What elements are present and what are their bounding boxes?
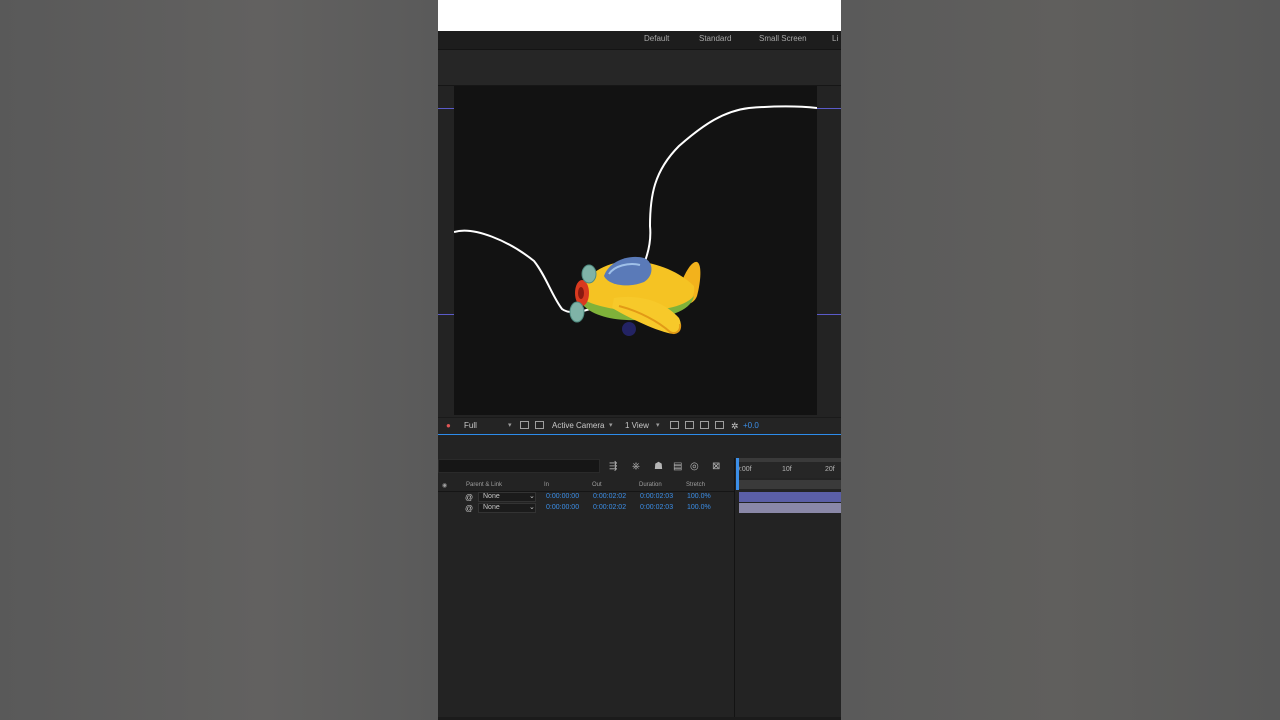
- view-layout-select[interactable]: 1 View: [625, 421, 649, 430]
- out-time[interactable]: 0:00:02:02: [593, 504, 626, 511]
- guide-line: [438, 314, 454, 315]
- parent-value: None: [483, 493, 500, 500]
- workspace-small-screen[interactable]: Small Screen: [759, 34, 807, 43]
- draft-3d-icon[interactable]: ⎈: [632, 461, 640, 472]
- current-time-indicator[interactable]: [736, 458, 739, 490]
- ruler-label: 10f: [782, 466, 792, 473]
- visibility-header-icon: ◉: [442, 483, 448, 489]
- chevron-down-icon[interactable]: ▾: [609, 421, 613, 429]
- timeline-toggle-icon[interactable]: [700, 421, 709, 429]
- after-effects-window: Default Standard Small Screen Li ● Full …: [438, 0, 841, 720]
- layer-bar[interactable]: [739, 492, 841, 502]
- graph-editor-icon[interactable]: ⊠: [712, 461, 720, 472]
- timeline-divider[interactable]: [734, 458, 735, 720]
- pick-whip-icon[interactable]: @: [465, 493, 473, 502]
- timeline-column-headers: ◉ Parent & Link In Out Duration Stretch: [438, 481, 734, 492]
- background-left: [0, 0, 438, 720]
- parent-select[interactable]: None ⌄: [478, 503, 536, 513]
- chevron-down-icon[interactable]: ▾: [656, 421, 660, 429]
- header-out[interactable]: Out: [592, 482, 602, 488]
- chevron-down-icon: ⌄: [529, 504, 535, 511]
- transparency-grid-icon[interactable]: [535, 421, 544, 429]
- shy-layers-icon[interactable]: ☗: [654, 461, 663, 472]
- top-white-strip: [438, 0, 841, 32]
- chevron-down-icon[interactable]: ▾: [508, 421, 512, 429]
- camera-select[interactable]: Active Camera: [552, 421, 604, 430]
- header-in[interactable]: In: [544, 482, 549, 488]
- timeline-panel: ⇶ ⎈ ☗ ▤ ◎ ⊠ ◉ Parent & Link In Out Durat…: [438, 436, 841, 720]
- work-area-bar[interactable]: [736, 458, 841, 462]
- background-right: [841, 0, 1280, 720]
- layer-row[interactable]: @ None ⌄ 0:00:00:00 0:00:02:02 0:00:02:0…: [438, 492, 734, 503]
- pick-whip-icon[interactable]: @: [465, 504, 473, 513]
- layer-bar[interactable]: [739, 503, 841, 513]
- workspace-library[interactable]: Li: [832, 34, 838, 43]
- composition-canvas[interactable]: [453, 86, 818, 415]
- frame-blending-icon[interactable]: ▤: [673, 461, 682, 472]
- resolution-select[interactable]: Full: [464, 421, 477, 430]
- in-time[interactable]: 0:00:00:00: [546, 504, 579, 511]
- panel-toolbar: [438, 50, 841, 86]
- layer-row[interactable]: @ None ⌄ 0:00:00:00 0:00:02:02 0:00:02:0…: [438, 503, 734, 514]
- time-navigator[interactable]: [736, 480, 841, 489]
- composition-mini-flowchart-icon[interactable]: ⇶: [609, 461, 617, 472]
- duration-time[interactable]: 0:00:02:03: [640, 504, 673, 511]
- parent-select[interactable]: None ⌄: [478, 492, 536, 502]
- fast-previews-icon[interactable]: [685, 421, 694, 429]
- composition-viewer: [438, 86, 841, 417]
- viewer-controls: ● Full ▾ Active Camera ▾ 1 View ▾ ✲ +0.0: [438, 417, 841, 434]
- ruler-label: 20f: [825, 466, 835, 473]
- stretch-value[interactable]: 100.0%: [687, 504, 711, 511]
- header-duration[interactable]: Duration: [639, 482, 662, 488]
- guide-line: [817, 108, 841, 109]
- color-channels-icon[interactable]: ●: [446, 421, 451, 430]
- panel-focus-line: [438, 434, 841, 435]
- chevron-down-icon: ⌄: [529, 493, 535, 500]
- flowchart-icon[interactable]: [715, 421, 724, 429]
- workspace-default[interactable]: Default: [644, 34, 669, 43]
- toggle-pixel-aspect-icon[interactable]: [670, 421, 679, 429]
- workspace-bar: Default Standard Small Screen Li: [438, 31, 841, 50]
- header-parent-link[interactable]: Parent & Link: [466, 482, 502, 488]
- exposure-icon[interactable]: ✲: [731, 421, 739, 432]
- plane-wheel: [622, 322, 636, 336]
- region-of-interest-icon[interactable]: [520, 421, 529, 429]
- airplane-artwork: [453, 105, 818, 336]
- motion-blur-icon[interactable]: ◎: [690, 461, 699, 472]
- out-time[interactable]: 0:00:02:02: [593, 493, 626, 500]
- guide-line: [817, 314, 841, 315]
- guide-line: [438, 108, 454, 109]
- layer-search-input[interactable]: [438, 459, 600, 473]
- header-stretch[interactable]: Stretch: [686, 482, 705, 488]
- stretch-value[interactable]: 100.0%: [687, 493, 711, 500]
- exposure-value[interactable]: +0.0: [743, 421, 759, 430]
- duration-time[interactable]: 0:00:02:03: [640, 493, 673, 500]
- parent-value: None: [483, 504, 500, 511]
- in-time[interactable]: 0:00:00:00: [546, 493, 579, 500]
- workspace-standard[interactable]: Standard: [699, 34, 731, 43]
